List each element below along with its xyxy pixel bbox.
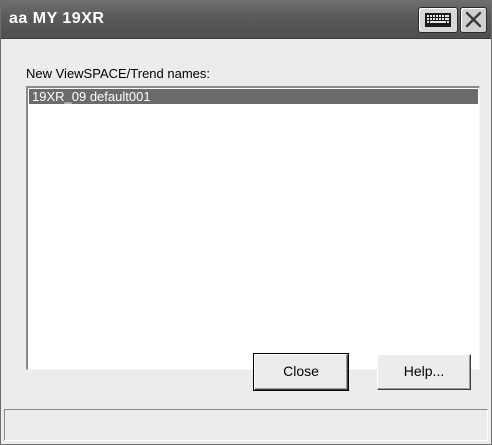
title-bar[interactable]: aa MY 19XR xyxy=(1,1,491,39)
close-button[interactable]: Close xyxy=(253,353,349,391)
list-item[interactable]: 19XR_09 default001 xyxy=(29,89,478,104)
close-icon xyxy=(465,11,482,28)
help-button[interactable]: Help... xyxy=(377,354,471,390)
keyboard-icon xyxy=(425,13,451,27)
status-bar xyxy=(4,409,488,441)
window-close-button[interactable] xyxy=(460,7,487,33)
help-button-label: Help... xyxy=(403,363,445,379)
close-button-label: Close xyxy=(283,363,319,379)
dialog-window: aa MY 19XR New ViewSPACE/Trend names: 19… xyxy=(0,0,492,445)
dialog-content: New ViewSPACE/Trend names: 19XR_09 defau… xyxy=(1,39,491,444)
list-item-label: 19XR_09 default001 xyxy=(32,89,151,104)
window-title: aa MY 19XR xyxy=(9,10,105,27)
keyboard-button[interactable] xyxy=(418,7,458,33)
names-listbox[interactable]: 19XR_09 default001 xyxy=(26,86,480,370)
names-list-label: New ViewSPACE/Trend names: xyxy=(26,66,210,81)
